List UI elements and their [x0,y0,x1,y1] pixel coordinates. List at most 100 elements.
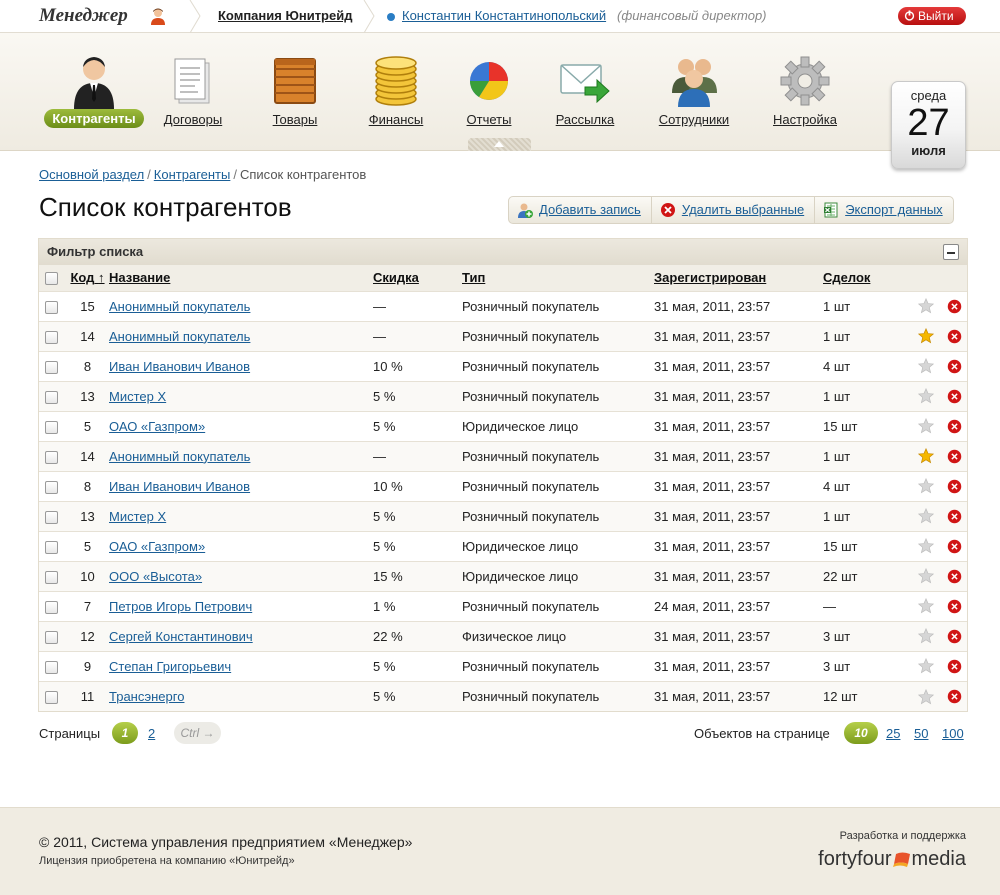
delete-icon[interactable] [947,479,962,494]
per-page-current[interactable]: 10 [844,722,878,744]
collapse-filter-button[interactable] [943,244,959,260]
delete-icon[interactable] [947,689,962,704]
nav-item-contracts[interactable]: Договоры [138,53,248,127]
row-name-link[interactable]: ОАО «Газпром» [109,419,205,434]
nav-item-reports[interactable]: Отчеты [434,53,544,127]
row-name-link[interactable]: Анонимный покупатель [109,449,250,464]
delete-icon[interactable] [947,599,962,614]
row-checkbox[interactable] [45,630,58,644]
add-record-button[interactable]: Добавить запись [509,197,652,223]
row-name-link[interactable]: Трансэнерго [109,689,184,704]
company-link[interactable]: Компания Юнитрейд [218,8,352,23]
star-icon[interactable] [917,478,935,494]
row-name-link[interactable]: Иван Иванович Иванов [109,479,250,494]
filter-bar[interactable]: Фильтр списка [39,239,967,265]
delete-icon[interactable] [947,659,962,674]
star-icon[interactable] [917,598,935,614]
row-checkbox[interactable] [45,360,58,374]
star-icon[interactable] [917,538,935,554]
column-discount[interactable]: Скидка [373,265,462,291]
user-name-link[interactable]: Константин Константинопольский [402,8,606,23]
table-body: 15 Анонимный покупатель — Розничный покупат… [39,291,967,711]
nav-item-employees[interactable]: Сотрудники [639,53,749,127]
row-favorite-cell [911,471,941,501]
star-icon[interactable] [917,568,935,584]
delete-selected-label: Удалить выбранные [681,202,805,217]
breadcrumb-section[interactable]: Контрагенты [154,167,231,182]
page-current[interactable]: 1 [112,722,138,744]
row-deals: 1 шт [823,388,851,404]
row-name-link[interactable]: Мистер Х [109,389,166,404]
app-logo[interactable]: Менеджер [39,5,128,27]
per-page-option-100[interactable]: 100 [942,726,964,741]
export-data-button[interactable]: Экспорт данных [815,197,952,223]
column-code[interactable]: Код ↑ [66,265,109,291]
breadcrumb-home[interactable]: Основной раздел [39,167,144,182]
delete-icon[interactable] [947,359,962,374]
column-registered[interactable]: Зарегистрирован [654,265,823,291]
delete-selected-button[interactable]: Удалить выбранные [652,197,816,223]
row-checkbox[interactable] [45,660,58,674]
delete-icon[interactable] [947,569,962,584]
delete-icon[interactable] [947,539,962,554]
row-name-link[interactable]: Петров Игорь Петрович [109,599,252,614]
star-icon[interactable] [917,658,935,674]
per-page-option-25[interactable]: 25 [886,726,900,741]
star-icon[interactable] [917,508,935,524]
star-icon[interactable] [917,688,935,705]
nav-item-mailing[interactable]: Рассылка [530,53,640,127]
row-checkbox[interactable] [45,300,58,314]
row-checkbox[interactable] [45,600,58,614]
delete-icon[interactable] [947,389,962,404]
row-checkbox[interactable] [45,540,58,554]
nav-item-goods[interactable]: Товары [240,53,350,127]
nav-label: Отчеты [466,112,512,127]
row-code: 7 [83,598,92,614]
row-name-link[interactable]: ОАО «Газпром» [109,539,205,554]
developer-brand[interactable]: fortyfour media [818,848,966,871]
star-icon[interactable] [917,358,935,374]
star-icon[interactable] [917,388,935,404]
column-name[interactable]: Название [109,265,373,291]
row-checkbox[interactable] [45,330,58,344]
star-icon[interactable] [917,418,935,434]
star-icon[interactable] [917,298,935,314]
row-name-link[interactable]: Иван Иванович Иванов [109,359,250,374]
row-name-cell: Иван Иванович Иванов [109,351,373,381]
delete-icon[interactable] [947,629,962,644]
row-checkbox[interactable] [45,420,58,434]
delete-icon[interactable] [947,419,962,434]
row-name-link[interactable]: Сергей Константинович [109,629,253,644]
delete-icon[interactable] [947,449,962,464]
next-page-button[interactable]: Ctrl → [174,722,221,744]
row-favorite-cell [911,651,941,681]
delete-icon[interactable] [947,509,962,524]
delete-icon[interactable] [947,299,962,314]
row-checkbox[interactable] [45,510,58,524]
row-name-link[interactable]: ООО «Высота» [109,569,202,584]
row-discount: 5 % [373,508,396,524]
sort-arrow-icon: ↑ [98,270,105,286]
row-name-link[interactable]: Анонимный покупатель [109,299,250,314]
row-checkbox[interactable] [45,480,58,494]
column-type[interactable]: Тип [462,265,654,291]
row-name-link[interactable]: Мистер Х [109,509,166,524]
row-checkbox[interactable] [45,450,58,464]
page-link-2[interactable]: 2 [148,726,155,741]
row-name-link[interactable]: Анонимный покупатель [109,329,250,344]
star-icon[interactable] [917,628,935,644]
nav-item-counterparties[interactable]: Контрагенты [39,53,149,128]
delete-icon[interactable] [947,329,962,344]
row-checkbox[interactable] [45,570,58,584]
per-page-option-50[interactable]: 50 [914,726,928,741]
star-icon[interactable] [917,328,935,344]
row-checkbox[interactable] [45,690,58,704]
logout-button[interactable]: Выйти [898,7,966,25]
star-icon[interactable] [917,448,935,464]
row-name-link[interactable]: Степан Григорьевич [109,659,231,674]
row-checkbox[interactable] [45,390,58,404]
row-registered: 31 мая, 2011, 23:57 [654,568,771,584]
column-deals[interactable]: Сделок [823,265,911,291]
select-all-checkbox[interactable] [45,272,58,286]
nav-item-settings[interactable]: Настройка [750,53,860,127]
